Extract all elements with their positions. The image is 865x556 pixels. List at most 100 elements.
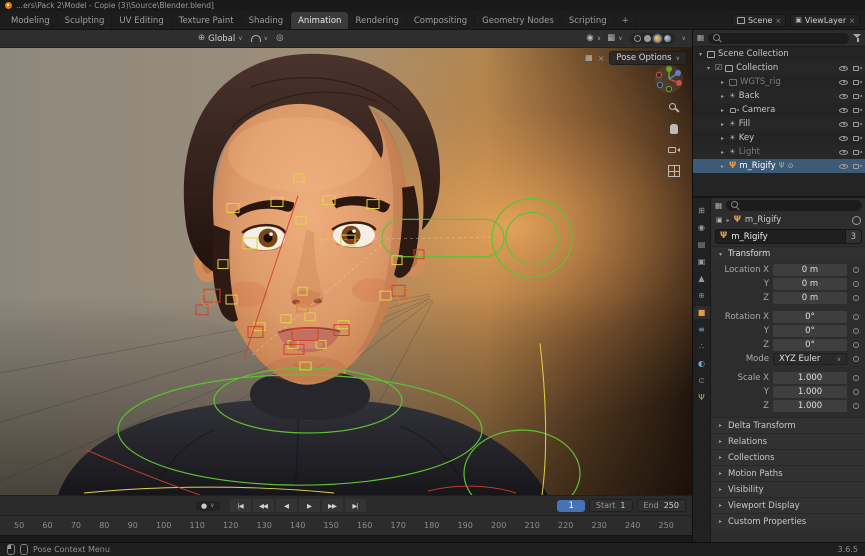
- disclosure-icon[interactable]: ▸: [719, 149, 726, 156]
- keyframe-decorator[interactable]: [851, 267, 861, 273]
- disable-render-icon[interactable]: [852, 133, 862, 143]
- location-z-field[interactable]: 0 m: [773, 292, 847, 304]
- custom-properties-panel-header[interactable]: ▸Custom Properties: [711, 513, 865, 529]
- properties-search-input[interactable]: [726, 200, 862, 211]
- editor-divider[interactable]: [0, 535, 692, 542]
- keyframe-decorator[interactable]: [851, 314, 861, 320]
- pose-options-dropdown[interactable]: Pose Options ∨: [609, 51, 687, 65]
- jump-to-end-button[interactable]: ▶|: [345, 499, 366, 512]
- next-keyframe-button[interactable]: ▶▶: [322, 499, 343, 512]
- blender-logo-icon[interactable]: [5, 2, 12, 9]
- rotation-x-field[interactable]: 0°: [773, 311, 847, 323]
- outliner-row-wgts-rig[interactable]: ▸ WGTS_rig: [693, 75, 865, 89]
- outliner-row-scene-collection[interactable]: ▾ Scene Collection: [693, 47, 865, 61]
- scene-unlink-icon[interactable]: ×: [775, 17, 781, 25]
- shading-rendered-button[interactable]: [664, 35, 671, 42]
- tab-modeling[interactable]: Modeling: [4, 12, 58, 29]
- keyframe-decorator[interactable]: [851, 342, 861, 348]
- output-properties-tab[interactable]: ▤: [694, 238, 710, 251]
- disclosure-icon[interactable]: ▸: [719, 107, 726, 114]
- motion-paths-panel-header[interactable]: ▸Motion Paths: [711, 465, 865, 481]
- disclosure-icon[interactable]: ▸: [719, 163, 726, 170]
- auto-keying-toggle[interactable]: ● ∨: [196, 501, 220, 511]
- physics-properties-tab[interactable]: ◐: [694, 357, 710, 370]
- zoom-icon[interactable]: [668, 102, 680, 114]
- properties-editor-icon[interactable]: ▦: [715, 202, 722, 210]
- disclosure-icon[interactable]: ▸: [719, 79, 726, 86]
- scene-selector[interactable]: Scene ×: [732, 14, 786, 27]
- modifier-properties-tab[interactable]: ≡: [694, 323, 710, 336]
- filter-icon[interactable]: [853, 34, 862, 42]
- disclosure-icon[interactable]: ▸: [719, 93, 726, 100]
- keyframe-decorator[interactable]: [851, 403, 861, 409]
- disable-render-icon[interactable]: [852, 105, 862, 115]
- grid-toggle-icon[interactable]: ▦: [585, 54, 593, 62]
- current-frame-field[interactable]: 1: [557, 500, 584, 512]
- tab-animation[interactable]: Animation: [291, 12, 348, 29]
- play-button[interactable]: ▶: [299, 499, 320, 512]
- rotation-mode-dropdown[interactable]: XYZ Euler ∨: [773, 353, 847, 365]
- viewport-display-panel-header[interactable]: ▸Viewport Display: [711, 497, 865, 513]
- outliner-editor-icon[interactable]: ▦: [697, 34, 704, 42]
- scale-z-field[interactable]: 1.000: [773, 400, 847, 412]
- tab-scripting[interactable]: Scripting: [562, 12, 615, 29]
- disable-render-icon[interactable]: [852, 161, 862, 171]
- disable-render-icon[interactable]: [852, 77, 862, 87]
- shading-wireframe-button[interactable]: [634, 35, 641, 42]
- users-count-badge[interactable]: 3: [845, 230, 861, 243]
- proportional-edit-dropdown[interactable]: ◎: [276, 34, 283, 43]
- world-properties-tab[interactable]: ⊕: [694, 289, 710, 302]
- outliner-row-camera[interactable]: ▸ Camera: [693, 103, 865, 117]
- visibility-panel-header[interactable]: ▸Visibility: [711, 481, 865, 497]
- hide-eye-icon[interactable]: [839, 105, 849, 115]
- end-frame-field[interactable]: End 250: [637, 499, 686, 512]
- transform-orientation-dropdown[interactable]: ⊕ Global ∨: [198, 34, 243, 44]
- disable-render-icon[interactable]: [852, 147, 862, 157]
- relations-panel-header[interactable]: ▸Relations: [711, 433, 865, 449]
- start-frame-field[interactable]: Start 1: [589, 499, 633, 512]
- collection-checkbox[interactable]: ☑: [715, 64, 722, 72]
- scene-properties-tab[interactable]: ▲: [694, 272, 710, 285]
- shading-material-button[interactable]: [654, 35, 661, 42]
- play-reverse-button[interactable]: ◀: [276, 499, 297, 512]
- viewlayer-properties-tab[interactable]: ▣: [694, 255, 710, 268]
- tab-sculpting[interactable]: Sculpting: [58, 12, 113, 29]
- location-x-field[interactable]: 0 m: [773, 264, 847, 276]
- tab-geometry-nodes[interactable]: Geometry Nodes: [475, 12, 562, 29]
- outliner-row-collection[interactable]: ▾ ☑ Collection: [693, 61, 865, 75]
- show-gizmo-dropdown[interactable]: ◉ ∨: [586, 34, 601, 43]
- rotation-z-field[interactable]: 0°: [773, 339, 847, 351]
- rotation-y-field[interactable]: 0°: [773, 325, 847, 337]
- camera-view-icon[interactable]: [668, 144, 680, 156]
- delta-transform-panel-header[interactable]: ▸Delta Transform: [711, 417, 865, 433]
- timeline-ruler[interactable]: 50 60 70 80 90 100 110 120 130 140 150 1…: [0, 515, 692, 535]
- prev-keyframe-button[interactable]: ◀◀: [253, 499, 274, 512]
- collections-panel-header[interactable]: ▸Collections: [711, 449, 865, 465]
- keyframe-decorator[interactable]: [851, 375, 861, 381]
- outliner-search-input[interactable]: [708, 33, 849, 44]
- keyframe-decorator[interactable]: [851, 328, 861, 334]
- add-workspace-button[interactable]: +: [615, 12, 637, 29]
- hide-eye-icon[interactable]: [839, 77, 849, 87]
- object-properties-tab[interactable]: ■: [694, 306, 710, 319]
- hide-eye-icon[interactable]: [839, 147, 849, 157]
- tab-uv-editing[interactable]: UV Editing: [112, 12, 171, 29]
- hide-eye-icon[interactable]: [839, 133, 849, 143]
- keyframe-decorator[interactable]: [851, 281, 861, 287]
- tab-shading[interactable]: Shading: [242, 12, 292, 29]
- outliner-row-back[interactable]: ▸ ☀ Back: [693, 89, 865, 103]
- viewport-3d-canvas[interactable]: [0, 48, 692, 495]
- hide-eye-icon[interactable]: [839, 91, 849, 101]
- show-overlays-dropdown[interactable]: ▦ ∨: [607, 34, 622, 43]
- disclosure-icon[interactable]: ▸: [719, 121, 726, 128]
- disclosure-icon[interactable]: ▸: [719, 135, 726, 142]
- keyframe-decorator[interactable]: [851, 389, 861, 395]
- tool-properties-tab[interactable]: ⊞: [694, 204, 710, 217]
- keyframe-decorator[interactable]: [851, 356, 861, 362]
- shading-dropdown-icon[interactable]: ∨: [682, 35, 686, 42]
- viewlayer-remove-icon[interactable]: ×: [849, 17, 855, 25]
- location-y-field[interactable]: 0 m: [773, 278, 847, 290]
- hide-eye-icon[interactable]: [839, 119, 849, 129]
- outliner-row-light[interactable]: ▸ ☀ Light: [693, 145, 865, 159]
- hide-eye-icon[interactable]: [839, 161, 849, 171]
